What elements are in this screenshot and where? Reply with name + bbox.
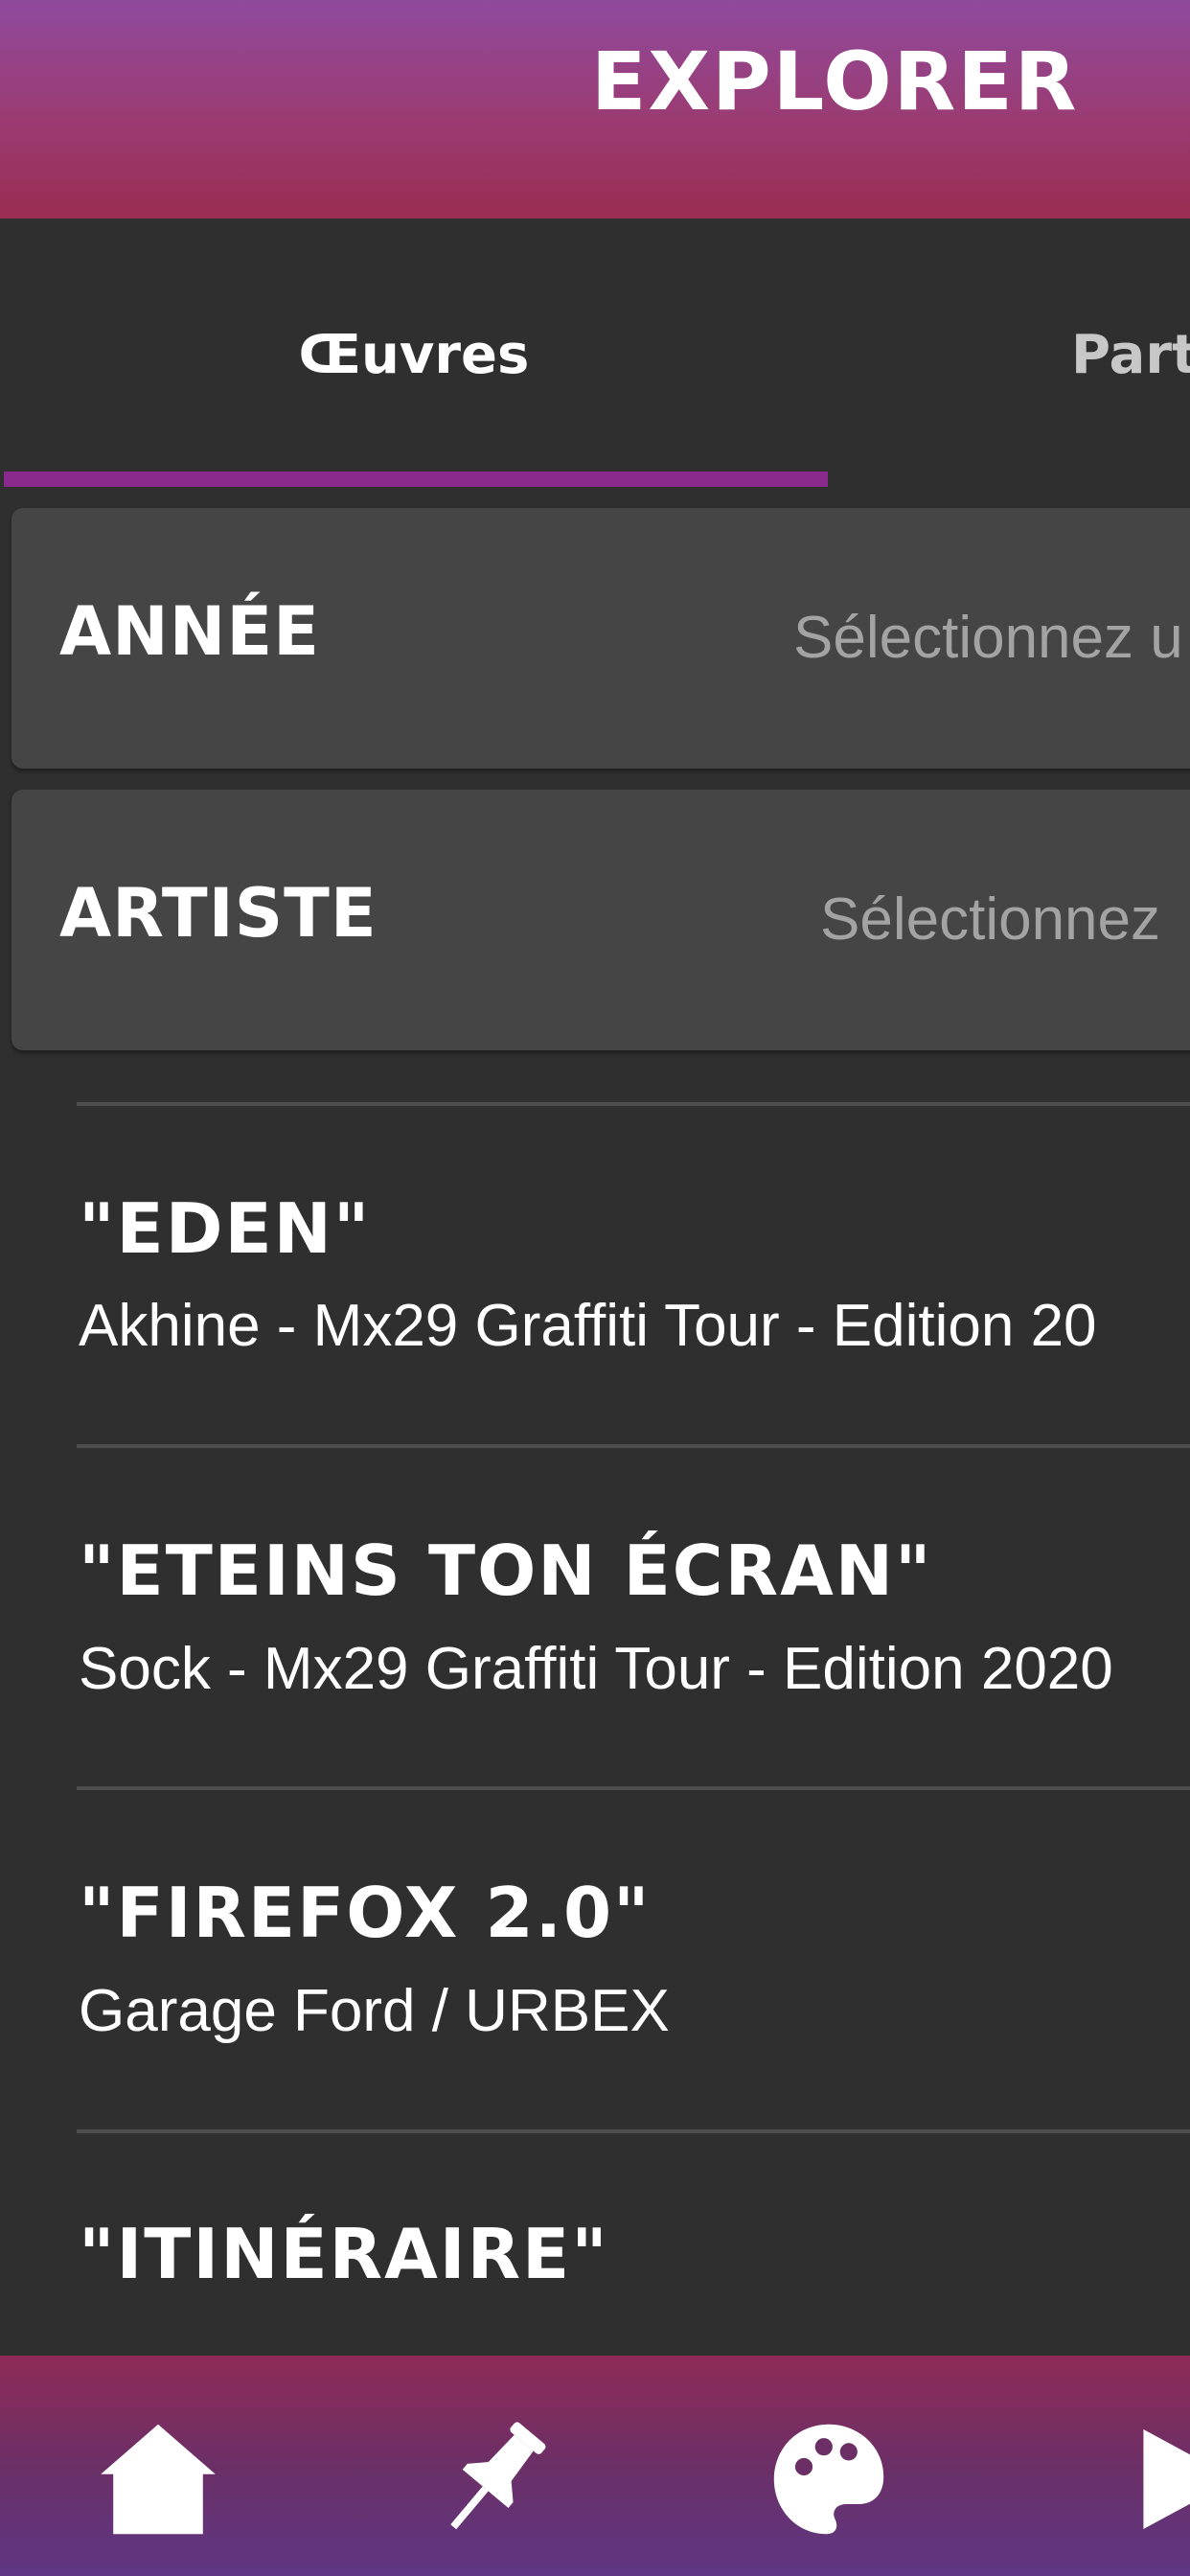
list-item-title: "ETEINS TON ÉCRAN": [79, 1530, 933, 1611]
artist-filter-label: ARTISTE: [59, 874, 378, 953]
artist-filter[interactable]: ARTISTE Sélectionnez: [11, 790, 1190, 1050]
tab-oeuvres[interactable]: Œuvres: [0, 324, 828, 386]
list-divider: [77, 1102, 1190, 1106]
active-tab-indicator: [4, 472, 828, 487]
home-icon[interactable]: [96, 2417, 220, 2542]
palette-icon[interactable]: [767, 2417, 891, 2542]
list-item-subtitle: Sock - Mx29 Graffiti Tour - Edition 2020: [79, 1636, 1113, 1702]
play-icon[interactable]: [1121, 2417, 1190, 2542]
app-header: EXPLORER: [0, 0, 1190, 218]
list-item-title: "EDEN": [79, 1188, 372, 1269]
list-divider: [77, 1786, 1190, 1790]
list-item-subtitle: Akhine - Mx29 Graffiti Tour - Edition 20: [79, 1293, 1097, 1359]
artist-filter-placeholder[interactable]: Sélectionnez: [820, 886, 1160, 954]
pin-icon[interactable]: [431, 2417, 556, 2542]
list-item-title: "FIREFOX 2.0": [79, 1873, 652, 1953]
list-divider: [77, 1444, 1190, 1448]
list-item-subtitle: Garage Ford / URBEX: [79, 1978, 670, 2044]
year-filter[interactable]: ANNÉE Sélectionnez u: [11, 508, 1190, 769]
list-divider: [77, 2129, 1190, 2133]
year-filter-label: ANNÉE: [59, 592, 320, 671]
year-filter-placeholder[interactable]: Sélectionnez u: [793, 604, 1183, 672]
list-item-title: "ITINÉRAIRE": [79, 2214, 609, 2294]
tab-partenaires[interactable]: Part: [1071, 324, 1190, 386]
page-title: EXPLORER: [591, 34, 1079, 128]
